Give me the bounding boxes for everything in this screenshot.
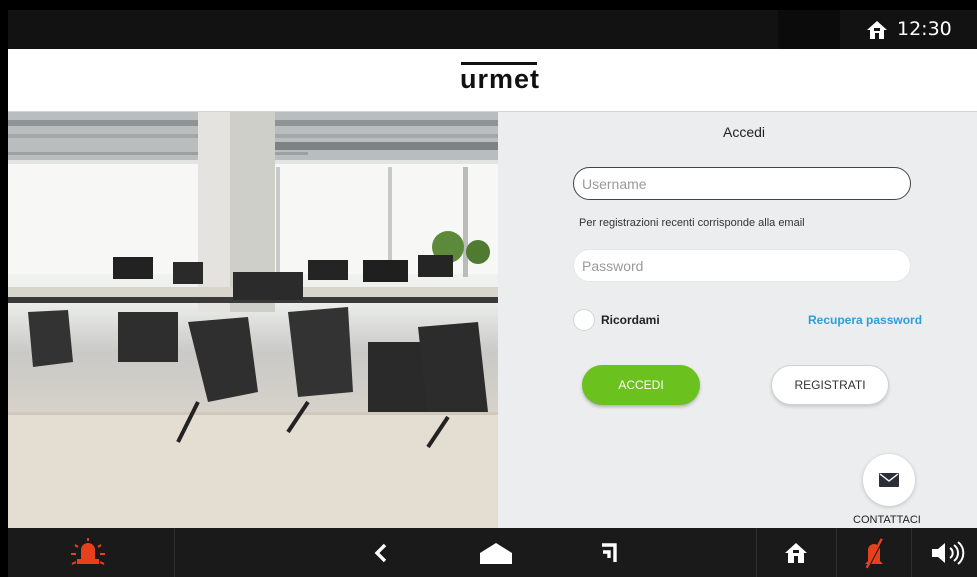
status-bar: 12:30 [8,10,977,49]
login-button[interactable]: ACCEDI [582,365,700,405]
bar-divider [911,528,912,577]
contact-label: CONTATTACI [853,514,921,526]
bar-divider [756,528,757,577]
bottom-bar [8,528,977,577]
username-hint: Per registrazioni recenti corrisponde al… [579,217,805,229]
home-icon[interactable] [778,528,814,577]
urmet-logo: urmet [460,62,541,94]
status-time: 12:30 [897,18,952,40]
register-button[interactable]: REGISTRATI [771,365,889,405]
login-panel: Accedi Per registrazioni recenti corrisp… [498,112,977,528]
contact-button[interactable] [863,454,915,506]
home-shape-icon[interactable] [476,528,516,577]
recover-password-link[interactable]: Recupera password [808,313,922,327]
alarm-siren-icon[interactable] [63,528,113,577]
home-icon [867,21,887,39]
status-bar-tint [778,10,840,49]
office-photo [8,112,498,528]
bar-divider [836,528,837,577]
bell-muted-icon[interactable] [856,528,892,577]
recent-apps-icon[interactable] [594,528,624,577]
envelope-icon [879,473,899,487]
bar-divider [174,528,175,577]
app-header: urmet [8,49,977,112]
remember-me-radio[interactable] [573,309,595,331]
username-input[interactable] [573,167,911,200]
device-screen: 12:30 urmet Accedi Username Per registra… [8,10,977,577]
remember-me-label[interactable]: Ricordami [601,313,660,327]
back-chevron-icon[interactable] [366,528,396,577]
password-input[interactable] [573,249,911,282]
volume-icon[interactable] [926,528,972,577]
login-title: Accedi [723,124,766,140]
